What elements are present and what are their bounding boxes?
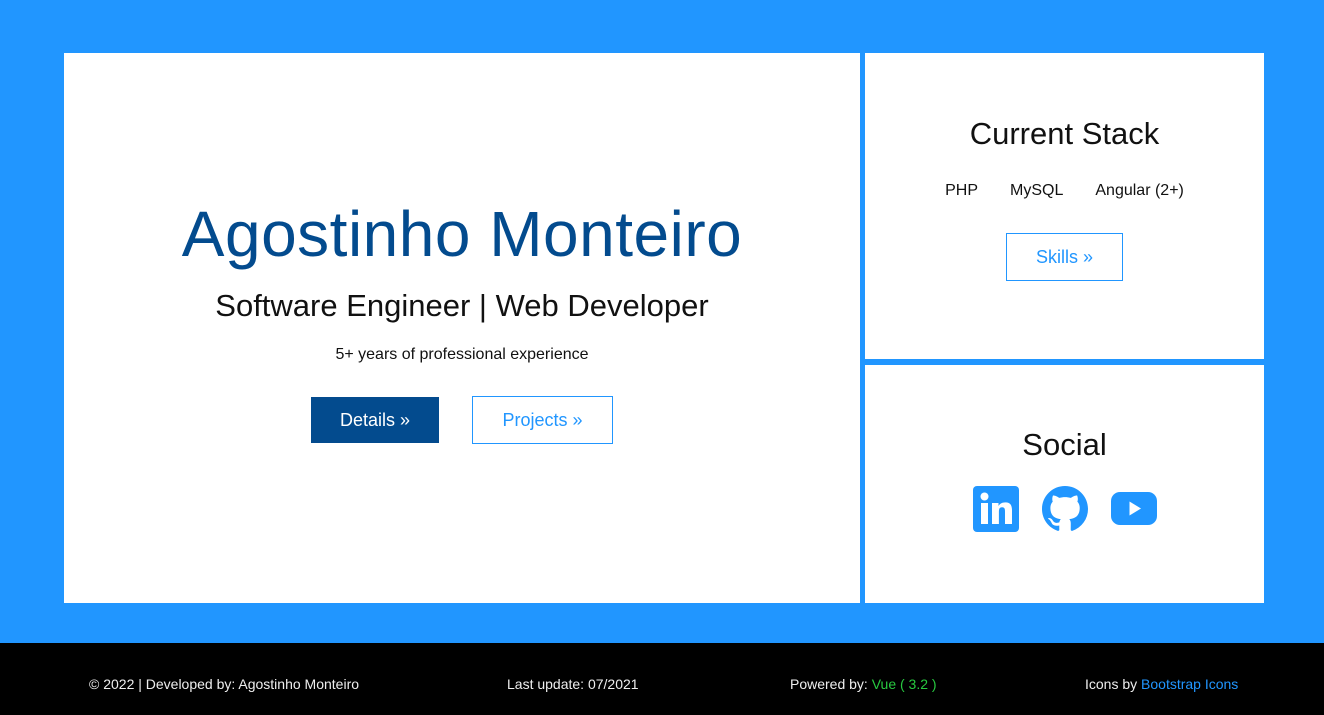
social-panel: Social (865, 365, 1264, 603)
footer-icons-credit: Icons by Bootstrap Icons (1085, 676, 1238, 692)
footer: © 2022 | Developed by: Agostinho Monteir… (0, 643, 1324, 715)
footer-last-update: Last update: 07/2021 (507, 676, 639, 692)
footer-icons-label: Icons by (1085, 676, 1142, 692)
page-background: Agostinho Monteiro Software Engineer | W… (0, 0, 1324, 643)
stack-title: Current Stack (969, 116, 1160, 151)
hero-role: Software Engineer | Web Developer (215, 288, 709, 323)
stack-panel: Current Stack PHP MySQL Angular (2+) Ski… (865, 53, 1264, 359)
linkedin-icon[interactable] (972, 486, 1019, 532)
footer-powered-by: Powered by: Vue ( 3.2 ) (790, 676, 937, 692)
footer-vue-version: Vue ( 3.2 ) (871, 676, 937, 692)
social-icons (972, 486, 1157, 532)
footer-copyright: © 2022 | Developed by: Agostinho Monteir… (89, 676, 360, 692)
bootstrap-icons-link[interactable]: Bootstrap Icons (1141, 676, 1238, 692)
skills-button[interactable]: Skills » (1006, 233, 1123, 281)
projects-button[interactable]: Projects » (472, 396, 613, 444)
footer-powered-label: Powered by: (790, 676, 872, 692)
social-title: Social (1022, 427, 1107, 462)
stack-item-php: PHP (945, 182, 979, 199)
stack-list: PHP MySQL Angular (2+) (945, 182, 1184, 200)
youtube-icon[interactable] (1110, 486, 1157, 532)
hero-buttons: Details » Projects » (311, 396, 613, 444)
details-button[interactable]: Details » (311, 397, 439, 443)
hero-name: Agostinho Monteiro (181, 198, 743, 270)
hero-experience: 5+ years of professional experience (335, 346, 589, 363)
stack-item-angular: Angular (2+) (1095, 182, 1184, 199)
github-icon[interactable] (1041, 486, 1088, 532)
stack-item-mysql: MySQL (1010, 182, 1064, 199)
hero-panel: Agostinho Monteiro Software Engineer | W… (64, 53, 860, 603)
